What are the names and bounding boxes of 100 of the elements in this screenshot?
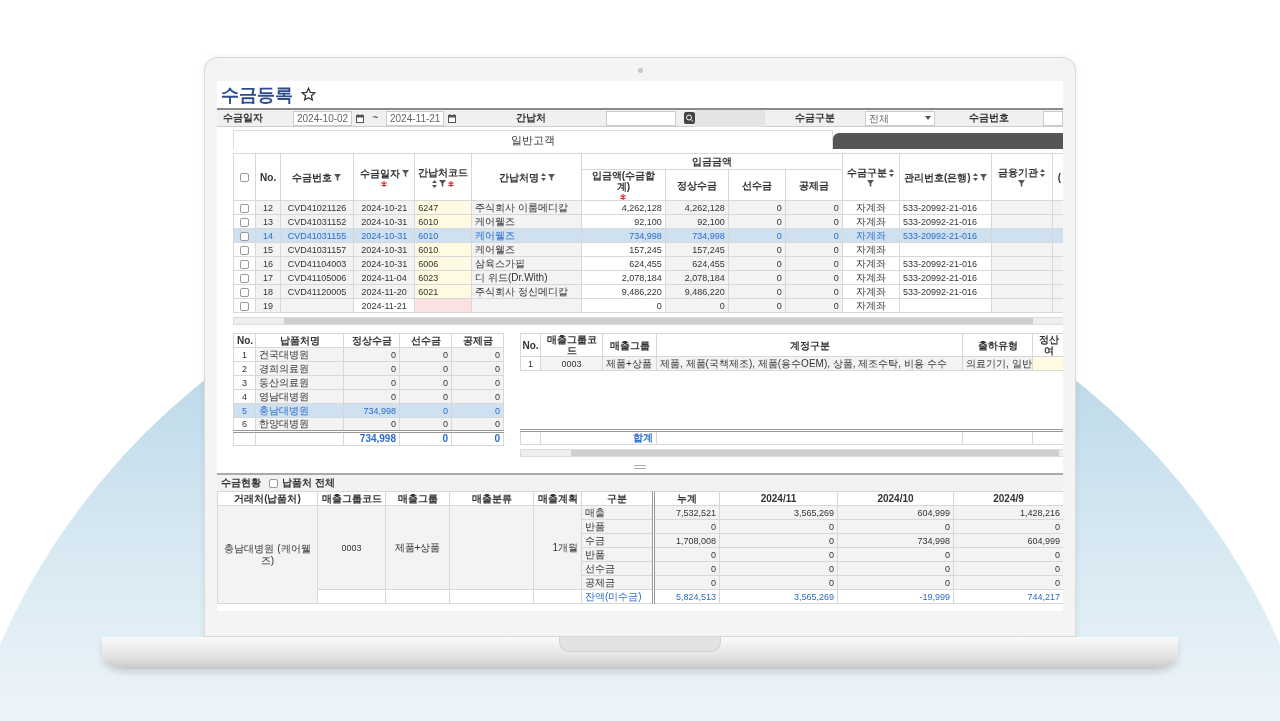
column-title: 정상수금 (676, 179, 717, 191)
table-row[interactable]: 18 CVD41120005 2024-11-20 6021 주식회사 정신메디칼 9,486,220 9,486,220 0 0 자계좌 533-20992-21-016 (233, 284, 1063, 299)
row-checkbox[interactable] (240, 273, 250, 283)
checkbox[interactable] (269, 478, 278, 488)
column-title: 수금구분 (847, 167, 888, 178)
row-checkbox[interactable] (240, 231, 250, 241)
column-header[interactable]: 관리번호(은행) (899, 153, 992, 201)
column-header[interactable]: 선수금 (399, 333, 452, 348)
column-title: 수금일자 (359, 167, 400, 179)
column-title: 매출분류 (471, 493, 512, 504)
filter-icon[interactable] (979, 173, 987, 181)
column-title: 매출그룹 (397, 493, 438, 504)
horizontal-scrollbar[interactable] (233, 317, 1063, 325)
table-cell: 0 (451, 403, 504, 418)
filter-icon[interactable] (439, 180, 447, 187)
filter-icon[interactable] (547, 173, 555, 181)
column-header[interactable]: 간납처코드 (414, 153, 472, 201)
table-row[interactable]: 12 CVD41021126 2024-10-21 6247 주식회사 이룸메디칼 4,262,128 4,262,128 0 0 자계좌 533-20992-21-016 (233, 200, 1063, 215)
type-select[interactable]: 전체 (865, 110, 936, 126)
table-row[interactable]: 15 CVD41031157 2024-10-31 6010 케어웰즈 157,245 157,245 0 0 자계좌 (233, 242, 1063, 257)
column-header[interactable]: 간납처명 (471, 153, 582, 201)
table-cell: 5 (233, 403, 256, 418)
search-icon[interactable] (684, 112, 696, 124)
column-header[interactable]: 2024/9 (953, 491, 1063, 506)
column-header[interactable]: 구분 (581, 491, 654, 506)
column-header[interactable]: 공제금 (451, 333, 504, 348)
table-row[interactable]: 3 동산의료원 0 0 0 (233, 375, 504, 390)
filter-icon[interactable] (867, 180, 875, 187)
filter-icon[interactable] (334, 173, 342, 181)
horizontal-scrollbar[interactable] (520, 449, 1063, 457)
column-header[interactable]: 입금액(수금합계) (581, 169, 666, 201)
column-header[interactable]: 2024/10 (837, 491, 954, 506)
column-header[interactable]: 수금일자 (353, 153, 415, 201)
column-header[interactable]: No. (255, 153, 281, 201)
column-header[interactable]: 매출그룹 (385, 491, 450, 506)
table-cell (1052, 284, 1063, 299)
column-title: 거래처(납품처) (234, 493, 301, 504)
column-header[interactable]: No. (233, 333, 256, 348)
column-header[interactable]: 납품처명 (255, 333, 344, 348)
sort-icon[interactable] (540, 173, 546, 181)
column-header[interactable]: 출하유형 (962, 333, 1033, 357)
column-header[interactable]: ( (1052, 153, 1063, 201)
column-header[interactable]: 매출계획 (533, 491, 582, 506)
table-row[interactable]: 19 2024-11-21 0 0 0 0 자계좌 (233, 298, 1063, 313)
client-field[interactable] (606, 110, 677, 126)
required-icon (448, 180, 455, 187)
column-header[interactable]: No. (520, 333, 541, 357)
calendar-icon[interactable] (356, 113, 365, 123)
column-header[interactable]: 금융기관 (991, 153, 1053, 201)
column-title: 매출계획 (537, 493, 578, 504)
table-row[interactable]: 16 CVD41104003 2024-10-31 6006 삼육스가필 624,455 624,455 0 0 자계좌 533-20992-21-016 (233, 256, 1063, 271)
row-checkbox[interactable] (240, 287, 250, 297)
table-row[interactable]: 2 경희의료원 0 0 0 (233, 361, 504, 376)
filter-label: 수금구분 (794, 112, 837, 124)
row-checkbox[interactable] (240, 217, 250, 227)
row-checkbox[interactable] (240, 203, 250, 213)
number-field[interactable] (1043, 110, 1063, 126)
select-all-checkbox[interactable] (240, 173, 250, 183)
row-checkbox[interactable] (240, 259, 250, 269)
column-title: 납품처명 (279, 335, 320, 346)
column-header[interactable]: 매출그룹 (602, 333, 657, 357)
star-icon[interactable] (301, 87, 316, 102)
table-cell: 충남대병원 (255, 403, 344, 418)
column-header[interactable]: 정상수금 (665, 169, 729, 201)
column-header[interactable]: 거래처(납품처) (217, 491, 318, 506)
table-row[interactable]: 13 CVD41031152 2024-10-31 6010 케어웰즈 92,100 92,100 0 0 자계좌 533-20992-21-016 (233, 214, 1063, 229)
column-header[interactable]: 매출그룹코드 (540, 333, 603, 357)
footer-label: 합계 (540, 430, 657, 445)
camera-dot (637, 68, 643, 73)
table-row[interactable]: 6 한양대병원 0 0 0 (233, 417, 504, 432)
column-header[interactable]: 정산여 (1032, 333, 1063, 357)
date-field[interactable]: 2024-10-02 (293, 110, 353, 126)
row-checkbox[interactable] (240, 245, 250, 255)
sort-icon[interactable] (889, 168, 895, 177)
column-header[interactable]: 수금구분 (842, 153, 900, 201)
sort-icon[interactable] (972, 173, 978, 181)
date-field[interactable]: 2024-11-21 (386, 110, 445, 126)
column-header[interactable]: 정상수금 (343, 333, 400, 348)
column-header[interactable]: 계정구분 (656, 333, 963, 357)
column-header[interactable]: 선수금 (728, 169, 786, 201)
customer-tab[interactable]: 일반고객 (233, 130, 833, 149)
table-row[interactable]: 17 CVD41105006 2024-11-04 6023 디 위드(Dr.With) 2,078,184 2,078,184 0 0 자계좌 533-20992-21-016 (233, 270, 1063, 285)
splitter-handle[interactable] (634, 465, 646, 469)
sort-icon[interactable] (432, 179, 438, 188)
table-cell: 734,998 (581, 228, 666, 243)
row-checkbox[interactable] (240, 301, 250, 311)
column-header[interactable]: 누계 (653, 491, 720, 506)
column-header[interactable]: 매출분류 (449, 491, 534, 506)
filter-icon[interactable] (401, 169, 409, 177)
column-header[interactable]: 매출그룹코드 (317, 491, 386, 506)
table-row[interactable]: 1 건국대병원 0 0 0 (233, 347, 504, 362)
column-header[interactable]: 공제금 (785, 169, 843, 201)
sort-icon[interactable] (1040, 168, 1046, 177)
calendar-icon[interactable] (448, 113, 457, 123)
column-title: 간납처코드 (418, 166, 469, 178)
filter-label: 수금일자 (222, 112, 264, 124)
column-header[interactable]: 수금번호 (280, 153, 354, 201)
column-header[interactable]: 2024/11 (719, 491, 838, 506)
table-row[interactable]: 4 영남대병원 0 0 0 (233, 389, 504, 404)
filter-icon[interactable] (1018, 180, 1026, 187)
